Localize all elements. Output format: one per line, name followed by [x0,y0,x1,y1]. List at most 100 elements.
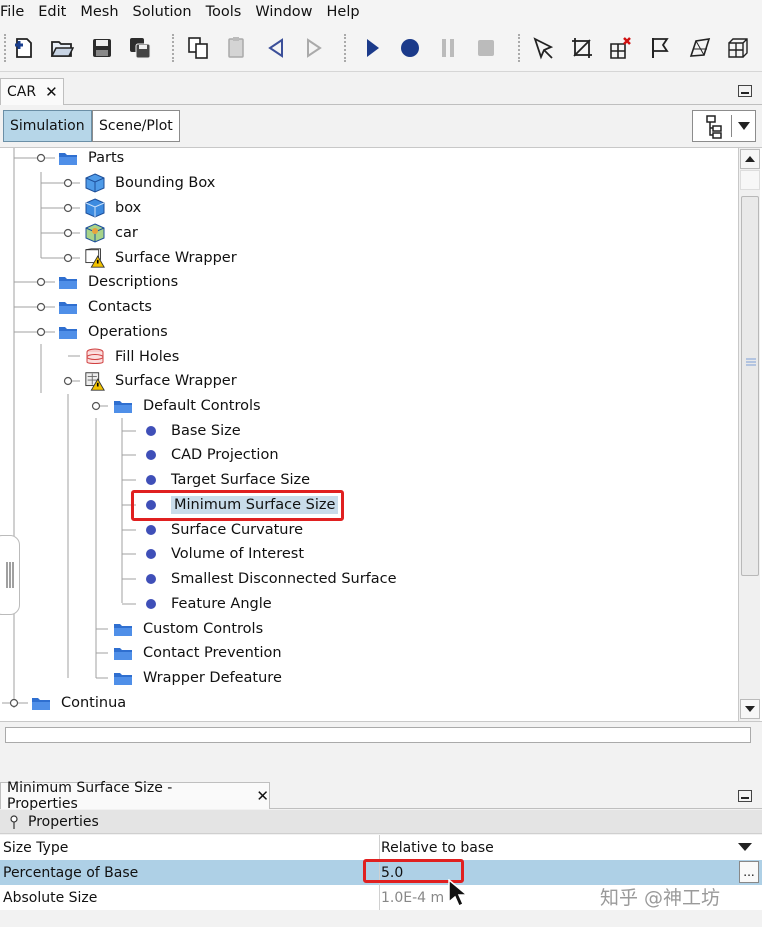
tab-simulation[interactable]: Simulation [3,110,92,142]
tree-item-surface-wrapper-operation[interactable]: Surface Wrapper [84,369,237,393]
tree-item-surface-curvature[interactable]: Surface Curvature [140,518,303,542]
menu-solution[interactable]: Solution [133,4,199,20]
property-row-size-type[interactable]: Size Type Relative to base [0,835,762,860]
folder-icon [112,643,134,663]
tree-item-base-size[interactable]: Base Size [140,419,241,443]
scroll-thumb[interactable] [741,196,759,576]
close-icon[interactable]: ✕ [256,787,269,805]
tab-scene-plot[interactable]: Scene/Plot [92,110,180,142]
chevron-down-icon [745,706,755,712]
tree-item-feature-angle[interactable]: Feature Angle [140,592,272,616]
minimize-icon[interactable] [738,85,752,97]
tree-item-contacts[interactable]: Contacts [57,295,152,319]
volume-icon[interactable] [724,34,752,62]
tree-scrollbar[interactable] [738,148,760,721]
open-icon[interactable] [48,34,76,62]
tree-item-bounding-box[interactable]: Bounding Box [84,171,215,195]
tree-label: CAD Projection [171,447,279,463]
menu-help[interactable]: Help [327,4,367,20]
tree-label: Contact Prevention [143,645,282,661]
menu-tools[interactable]: Tools [206,4,249,20]
folder-icon [112,619,134,639]
step-back-icon[interactable] [262,34,290,62]
expand-node-icon [10,814,18,829]
tree-label: box [115,200,142,216]
tab-car-label: CAR [7,84,37,100]
menu-file[interactable]: File [0,4,31,20]
tree-item-wrapper-defeature[interactable]: Wrapper Defeature [112,666,282,690]
horizontal-scrollbar[interactable] [5,727,751,743]
tab-properties[interactable]: Minimum Surface Size - Properties ✕ [0,780,270,812]
folder-icon [112,668,134,688]
new-icon[interactable] [10,34,38,62]
record-icon[interactable] [396,34,424,62]
tab-car[interactable]: CAR ✕ [0,78,64,105]
pause-icon[interactable] [434,34,462,62]
toolbar-separator [344,34,347,62]
folder-icon [30,693,52,713]
scroll-track-top [740,170,760,190]
select-icon[interactable] [530,34,558,62]
menu-edit[interactable]: Edit [38,4,73,20]
chevron-down-icon [738,122,750,130]
dot-icon [140,470,162,490]
save-icon[interactable] [88,34,116,62]
cube-icon [84,198,106,218]
scroll-up-button[interactable] [740,149,760,169]
save-as-icon[interactable] [126,34,154,62]
menu-mesh[interactable]: Mesh [80,4,125,20]
tree-item-volume-of-interest[interactable]: Volume of Interest [140,542,304,566]
tree-label: Target Surface Size [171,472,311,488]
copy-icon[interactable] [184,34,212,62]
step-forward-icon[interactable] [300,34,328,62]
properties-header[interactable]: Properties [0,810,762,834]
paste-icon[interactable] [222,34,250,62]
run-icon[interactable] [358,34,386,62]
menu-window[interactable]: Window [255,4,319,20]
property-name: Absolute Size [3,889,98,906]
dot-icon [140,421,162,441]
tree-view-dropdown[interactable] [692,110,756,142]
tree-item-surface-wrapper-part[interactable]: Surface Wrapper [84,246,237,270]
fill-holes-icon [84,347,106,367]
column-divider [379,885,380,910]
tree-item-contact-prevention[interactable]: Contact Prevention [112,641,282,665]
stop-icon[interactable] [472,34,500,62]
property-name: Size Type [3,839,69,856]
tree-label: Contacts [88,299,152,315]
tree-item-parts[interactable]: Parts [57,148,124,170]
tree-item-fill-holes[interactable]: Fill Holes [84,345,179,369]
tree-item-operations[interactable]: Operations [57,320,168,344]
watermark: 知乎 @神工坊 [600,887,721,909]
mouse-cursor-icon [448,879,468,907]
surface-icon[interactable] [686,34,714,62]
size-type-select[interactable]: Relative to base [381,840,494,856]
tree-label: Feature Angle [171,596,272,612]
view-tabs: Simulation Scene/Plot [0,105,762,147]
part-car-icon [84,223,106,243]
dot-icon [140,445,162,465]
side-panel-handle[interactable] [0,535,20,615]
tree-item-descriptions[interactable]: Descriptions [57,270,178,294]
minimize-icon[interactable] [738,790,752,802]
properties-tab-label: Minimum Surface Size - Properties [7,780,173,812]
tree-item-car[interactable]: car [84,221,138,245]
scroll-down-button[interactable] [740,699,760,719]
close-icon[interactable]: ✕ [45,83,58,101]
tree-item-cad-projection[interactable]: CAD Projection [140,443,279,467]
tree-item-default-controls[interactable]: Default Controls [112,394,261,418]
tree-view-icon [706,115,722,139]
tree-label: Continua [61,695,127,711]
document-tab-strip: CAR ✕ [0,78,762,105]
ellipsis-button[interactable]: ... [739,861,759,883]
grid-delete-icon[interactable] [606,34,634,62]
tree-item-target-surface-size[interactable]: Target Surface Size [140,468,310,492]
crop-icon[interactable] [568,34,596,62]
flag-icon[interactable] [646,34,674,62]
tree-item-box[interactable]: box [84,196,141,220]
chevron-down-icon[interactable] [738,843,752,851]
tree-item-continua[interactable]: Continua [30,691,126,715]
tree-item-smallest-disconnected-surface[interactable]: Smallest Disconnected Surface [140,567,397,591]
tree-item-custom-controls[interactable]: Custom Controls [112,617,263,641]
tree-label: Smallest Disconnected Surface [171,571,397,587]
